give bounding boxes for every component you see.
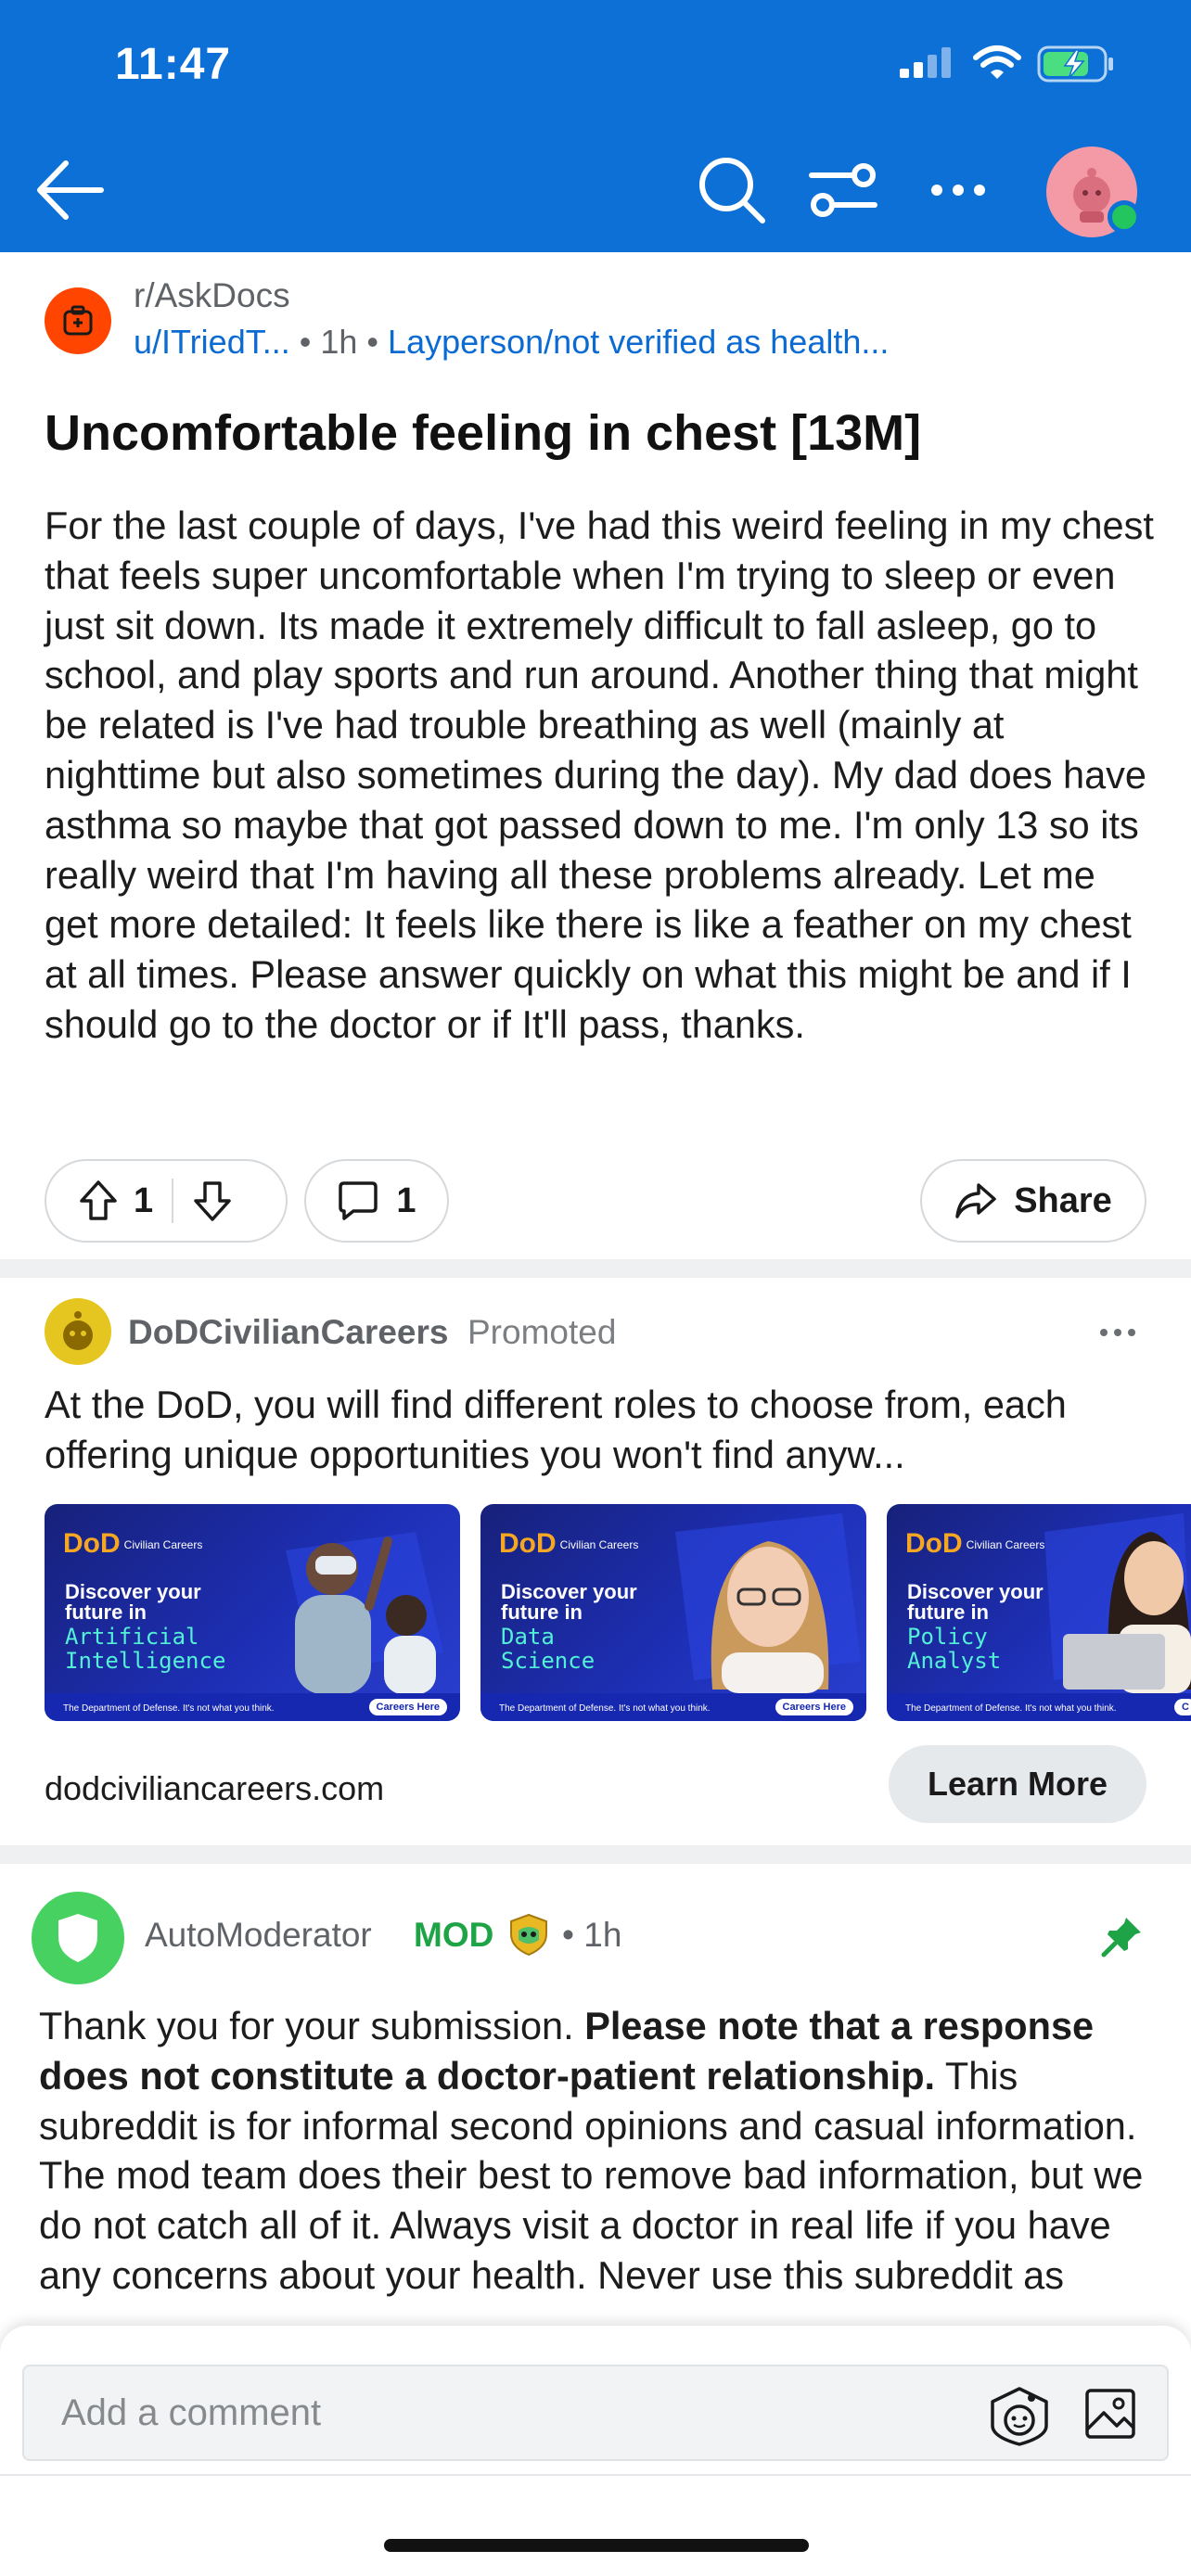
vote-control: 1 xyxy=(45,1159,288,1243)
post-body: For the last couple of days, I've had th… xyxy=(45,504,1154,1046)
post-meta: u/ITriedT... • 1h • Layperson/not verifi… xyxy=(134,323,889,362)
promoted-label: Promoted xyxy=(467,1313,617,1351)
section-divider xyxy=(0,1259,1191,1278)
vote-count: 1 xyxy=(134,1180,154,1220)
section-divider xyxy=(0,1845,1191,1864)
card-tagline: The Department of Defense. It's not what… xyxy=(63,1703,275,1714)
user-flair[interactable]: Layperson/not verified as health... xyxy=(388,323,889,361)
upvote-icon xyxy=(80,1180,117,1220)
vr-person-illustration xyxy=(286,1532,443,1694)
vote-divider xyxy=(172,1179,174,1223)
share-label: Share xyxy=(1014,1180,1112,1220)
ad-carousel-card[interactable]: DoD Civilian Careers Discover your future… xyxy=(887,1504,1191,1721)
sort-filter-button[interactable] xyxy=(801,148,885,232)
card-tagline: The Department of Defense. It's not what… xyxy=(499,1703,711,1714)
promoted-post: DoDCivilianCareers Promoted At the DoD, … xyxy=(0,1278,1191,1845)
image-icon[interactable] xyxy=(1083,2387,1137,2441)
learn-more-button[interactable]: Learn More xyxy=(889,1745,1146,1823)
top-app-bar: 11:47 xyxy=(0,0,1191,252)
wifi-icon xyxy=(973,45,1021,79)
card-cta: C xyxy=(1174,1699,1191,1715)
comment-body: Thank you for your submission. Please no… xyxy=(39,2004,1144,2297)
advertiser-avatar[interactable] xyxy=(45,1298,111,1365)
comment-composer: Add a comment xyxy=(0,2326,1191,2576)
card-cta: Careers Here xyxy=(775,1699,853,1715)
comment-count: 1 xyxy=(396,1180,416,1220)
filter-icon xyxy=(809,163,877,217)
ad-carousel-card[interactable]: DoD Civilian Careers Discover your future… xyxy=(480,1504,866,1721)
upvote-button[interactable] xyxy=(78,1180,119,1222)
card-topic: Policy Analyst xyxy=(907,1624,1002,1674)
more-options-button[interactable] xyxy=(916,148,1000,232)
shield-icon xyxy=(58,1914,97,1962)
back-arrow-icon xyxy=(37,160,104,220)
woman-glasses-illustration xyxy=(675,1513,861,1693)
status-time: 11:47 xyxy=(115,40,232,89)
card-cta: Careers Here xyxy=(368,1699,447,1715)
card-topic: Data Science xyxy=(501,1624,596,1674)
share-icon xyxy=(955,1183,996,1218)
more-icon xyxy=(931,185,985,196)
comment-placeholder: Add a comment xyxy=(61,2392,322,2433)
advertiser-name[interactable]: DoDCivilianCareers xyxy=(128,1313,448,1352)
snoo-avatar-icon xyxy=(63,1311,93,1350)
online-status-dot xyxy=(1108,200,1141,234)
post-author[interactable]: u/ITriedT... xyxy=(134,323,290,361)
comments-button[interactable]: 1 xyxy=(304,1159,449,1243)
more-icon xyxy=(1100,1329,1135,1336)
home-indicator[interactable] xyxy=(384,2539,809,2552)
automoderator-avatar[interactable] xyxy=(32,1892,124,1984)
downvote-button[interactable] xyxy=(192,1180,233,1222)
user-avatar-button[interactable] xyxy=(1046,147,1141,237)
signal-icon xyxy=(900,47,951,78)
ad-more-button[interactable] xyxy=(1085,1309,1150,1356)
ad-domain[interactable]: dodciviliancareers.com xyxy=(45,1769,384,1808)
share-button[interactable]: Share xyxy=(920,1159,1146,1243)
woman-laptop-illustration xyxy=(1044,1513,1191,1693)
back-button[interactable] xyxy=(28,148,111,232)
ad-carousel-card[interactable]: DoD Civilian Careers Discover your future… xyxy=(45,1504,460,1721)
card-headline: Discover your future in xyxy=(65,1580,201,1624)
comment-icon xyxy=(339,1181,378,1220)
subreddit-name[interactable]: r/AskDocs xyxy=(134,276,290,315)
card-logo: DoD Civilian Careers xyxy=(905,1528,1045,1559)
subreddit-icon[interactable] xyxy=(45,287,111,354)
ad-text: At the DoD, you will find different role… xyxy=(45,1383,1067,1476)
card-logo: DoD Civilian Careers xyxy=(499,1528,639,1559)
post-title: Uncomfortable feeling in chest [13M] xyxy=(45,405,922,461)
mod-emblem-icon xyxy=(510,1913,547,1957)
mod-badge: MOD xyxy=(414,1916,494,1954)
comment-author[interactable]: AutoModerator xyxy=(145,1916,372,1955)
comment-input[interactable]: Add a comment xyxy=(22,2365,1169,2461)
meta-dot: • xyxy=(366,323,379,361)
downvote-icon xyxy=(194,1181,231,1221)
post-time: 1h xyxy=(320,323,358,361)
meta-dot: • xyxy=(299,323,312,361)
comment-time: • 1h xyxy=(562,1916,622,1954)
pin-icon xyxy=(1101,1918,1141,1958)
health-kit-icon xyxy=(63,305,93,336)
snoo-icon[interactable] xyxy=(985,2383,1054,2448)
battery-icon xyxy=(1037,45,1113,83)
composer-divider xyxy=(0,2474,1191,2476)
search-button[interactable] xyxy=(690,148,774,232)
card-tagline: The Department of Defense. It's not what… xyxy=(905,1703,1117,1714)
card-logo: DoD Civilian Careers xyxy=(63,1528,203,1559)
search-icon xyxy=(699,158,765,223)
